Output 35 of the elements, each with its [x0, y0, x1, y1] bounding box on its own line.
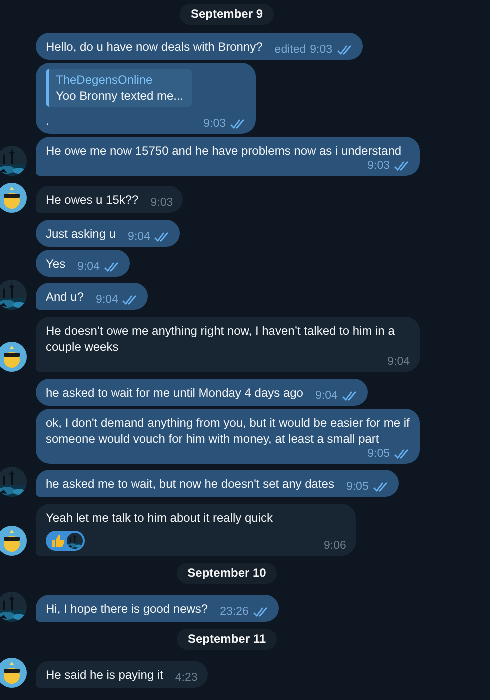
message-time: 9:05 [368, 447, 390, 461]
reply-quote[interactable]: TheDegensOnline Yoo Bronny texted me... [46, 69, 192, 107]
message-text: And u? [46, 289, 84, 305]
message-time: 23:26 [220, 605, 249, 619]
date-label: September 11 [176, 629, 278, 650]
message-text: Hi, I hope there is good news? [46, 601, 208, 617]
message-text: Hello, do u have now deals with Bronny? [46, 39, 263, 55]
message-text: He doesn’t owe me anything right now, I haven’t talked to him in a couple weeks [46, 323, 396, 355]
message-text: He owe me now 15750 and he have problems now as i understand [46, 143, 403, 159]
date-label: September 9 [180, 4, 274, 25]
message-time: 9:06 [324, 539, 346, 553]
reply-text: Yoo Bronny texted me... [56, 88, 184, 104]
message-time: 9:04 [78, 260, 100, 274]
message-time: 9:03 [204, 117, 226, 131]
message-text: Yeah let me talk to him about it really quick [46, 510, 274, 526]
edited-label: edited [274, 43, 306, 57]
message-text: He said he is paying it [46, 667, 164, 683]
message-text: Just asking u [46, 226, 116, 242]
message-text: he asked me to wait, but now he doesn't set any dates [46, 476, 334, 492]
message-text: . [46, 113, 50, 129]
message-text: Yes [46, 256, 66, 272]
message-time: 9:03 [368, 159, 390, 173]
message-time: 9:04 [315, 389, 338, 403]
message-time: 9:04 [96, 293, 118, 307]
message-text: he asked to wait for me until Monday 4 days ago [46, 385, 304, 401]
message-text: ok, I don't demand anything from you, but it would be easier for me if someone would vouch for him with money, at least a small part [46, 415, 410, 447]
message-time: 4:23 [175, 671, 198, 685]
message-time: 9:03 [150, 196, 174, 210]
message-time: 9:04 [388, 355, 410, 369]
date-label: September 10 [176, 563, 278, 584]
reply-author: TheDegensOnline [56, 72, 154, 88]
message-time: 9:05 [346, 480, 369, 494]
message-text: He owes u 15k?? [46, 192, 139, 208]
message-time: 9:03 [310, 43, 333, 57]
message-time: 9:04 [128, 230, 150, 244]
